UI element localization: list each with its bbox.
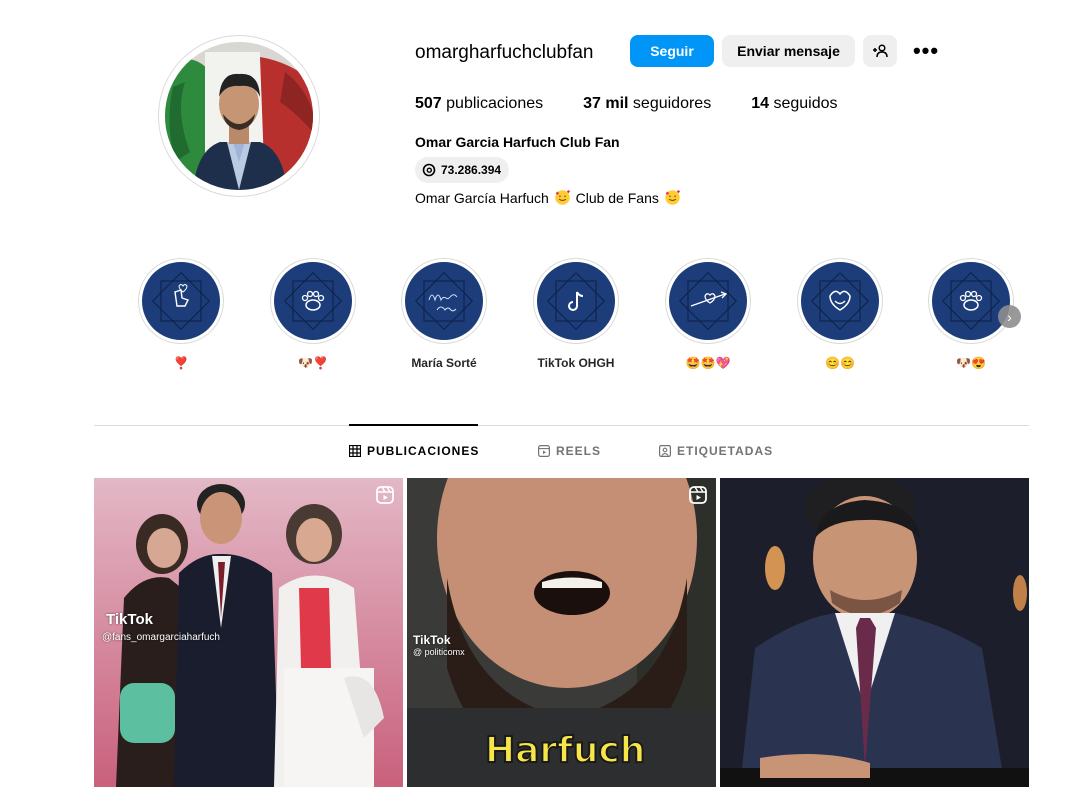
more-options-button[interactable]: ••• xyxy=(905,35,947,67)
following-count-label: seguidos xyxy=(773,95,838,112)
profile-bio: Omar García Harfuch Club de Fans xyxy=(415,189,682,206)
highlight-item[interactable]: 🐶❣️ xyxy=(248,258,378,372)
post-thumbnail[interactable]: TikTok @fans_omargarciaharfuch xyxy=(94,478,403,787)
tagged-user-icon xyxy=(659,445,671,457)
highlight-item[interactable]: 🤩🤩💖 xyxy=(643,258,773,372)
smiling-hearts-emoji-icon xyxy=(554,189,570,205)
posts-count-value: 507 xyxy=(415,95,442,112)
reels-icon xyxy=(538,445,550,457)
followers-count-value: 37 mil xyxy=(583,95,629,112)
following-count[interactable]: 14 seguidos xyxy=(751,95,837,113)
active-tab-indicator xyxy=(349,424,478,426)
grid-icon xyxy=(349,445,361,457)
follow-button[interactable]: Seguir xyxy=(630,35,714,67)
threads-icon xyxy=(422,163,436,177)
following-count-value: 14 xyxy=(751,95,769,112)
highlight-item[interactable]: ❣️ xyxy=(116,258,246,372)
highlight-label: 🐶❣️ xyxy=(298,356,328,370)
posts-count-label: publicaciones xyxy=(446,95,544,112)
tab-tagged[interactable]: ETIQUETADAS xyxy=(659,444,773,458)
tiktok-handle: @fans_omargarciaharfuch xyxy=(102,632,220,643)
highlight-label: María Sorté xyxy=(411,356,477,370)
highlight-cover xyxy=(270,258,356,344)
story-highlights: ❣️ 🐶❣️ María Sorté TikTok OHGH 🤩🤩💖 😊😊 🐶😍 xyxy=(110,258,1050,378)
tiktok-icon xyxy=(537,262,615,340)
highlight-cover xyxy=(665,258,751,344)
chevron-right-icon: › xyxy=(1007,308,1012,325)
suggested-accounts-button[interactable] xyxy=(863,35,897,67)
reel-icon xyxy=(376,486,394,504)
highlight-label: 😊😊 xyxy=(825,356,855,370)
profile-full-name: Omar Garcia Harfuch Club Fan xyxy=(415,134,620,150)
send-message-button[interactable]: Enviar mensaje xyxy=(722,35,855,67)
profile-stats: 507 publicaciones 37 mil seguidores 14 s… xyxy=(415,95,878,113)
tab-reels-label: REELS xyxy=(556,444,602,458)
tab-posts-label: PUBLICACIONES xyxy=(367,444,480,458)
tiktok-watermark: TikTok xyxy=(106,611,153,628)
smile-heart-icon xyxy=(801,262,879,340)
highlight-label: ❣️ xyxy=(173,356,189,370)
highlight-item[interactable]: TikTok OHGH xyxy=(511,258,641,372)
next-highlights-button[interactable]: › xyxy=(998,305,1021,328)
highlight-label: 🤩🤩💖 xyxy=(685,356,731,370)
followers-count-label: seguidores xyxy=(632,95,712,112)
arrow-heart-icon xyxy=(669,262,747,340)
post-thumbnail[interactable] xyxy=(720,478,1029,787)
paw-icon xyxy=(932,262,1010,340)
highlight-label: TikTok OHGH xyxy=(537,356,615,370)
highlight-cover xyxy=(401,258,487,344)
bio-text-2: Club de Fans xyxy=(571,190,663,206)
tiktok-watermark: TikTok xyxy=(413,633,451,647)
video-caption: Harfuch xyxy=(484,729,646,772)
tab-posts[interactable]: PUBLICACIONES xyxy=(349,444,479,458)
heart-hand-icon xyxy=(142,262,220,340)
tab-reels[interactable]: REELS xyxy=(538,444,601,458)
reel-icon xyxy=(689,486,707,504)
highlight-cover xyxy=(928,258,1014,344)
smiling-hearts-emoji-icon xyxy=(665,189,680,205)
profile-avatar[interactable] xyxy=(158,35,320,197)
threads-handle: 73.286.394 xyxy=(441,163,502,177)
signature-icon xyxy=(405,262,483,340)
followers-count[interactable]: 37 mil seguidores xyxy=(583,95,711,113)
paw-icon xyxy=(274,262,352,340)
bio-text-1: Omar García Harfuch xyxy=(415,190,553,206)
highlight-item[interactable]: 😊😊 xyxy=(775,258,905,372)
highlight-cover xyxy=(797,258,883,344)
highlight-item[interactable]: María Sorté xyxy=(379,258,509,372)
highlight-label: 🐶😍 xyxy=(956,356,986,370)
tiktok-handle: @ politicomx xyxy=(413,647,465,657)
post-thumbnail[interactable]: TikTok @ politicomx Harfuch xyxy=(407,478,716,787)
avatar-image xyxy=(165,42,313,190)
threads-badge[interactable]: 73.286.394 xyxy=(415,157,510,183)
add-person-icon xyxy=(873,44,888,58)
profile-username: omargharfuchclubfan xyxy=(415,42,594,63)
post-image xyxy=(720,478,1029,787)
posts-count[interactable]: 507 publicaciones xyxy=(415,95,543,113)
tabs-divider xyxy=(94,425,1029,426)
highlight-cover xyxy=(533,258,619,344)
tab-tagged-label: ETIQUETADAS xyxy=(677,444,774,458)
highlight-cover xyxy=(138,258,224,344)
